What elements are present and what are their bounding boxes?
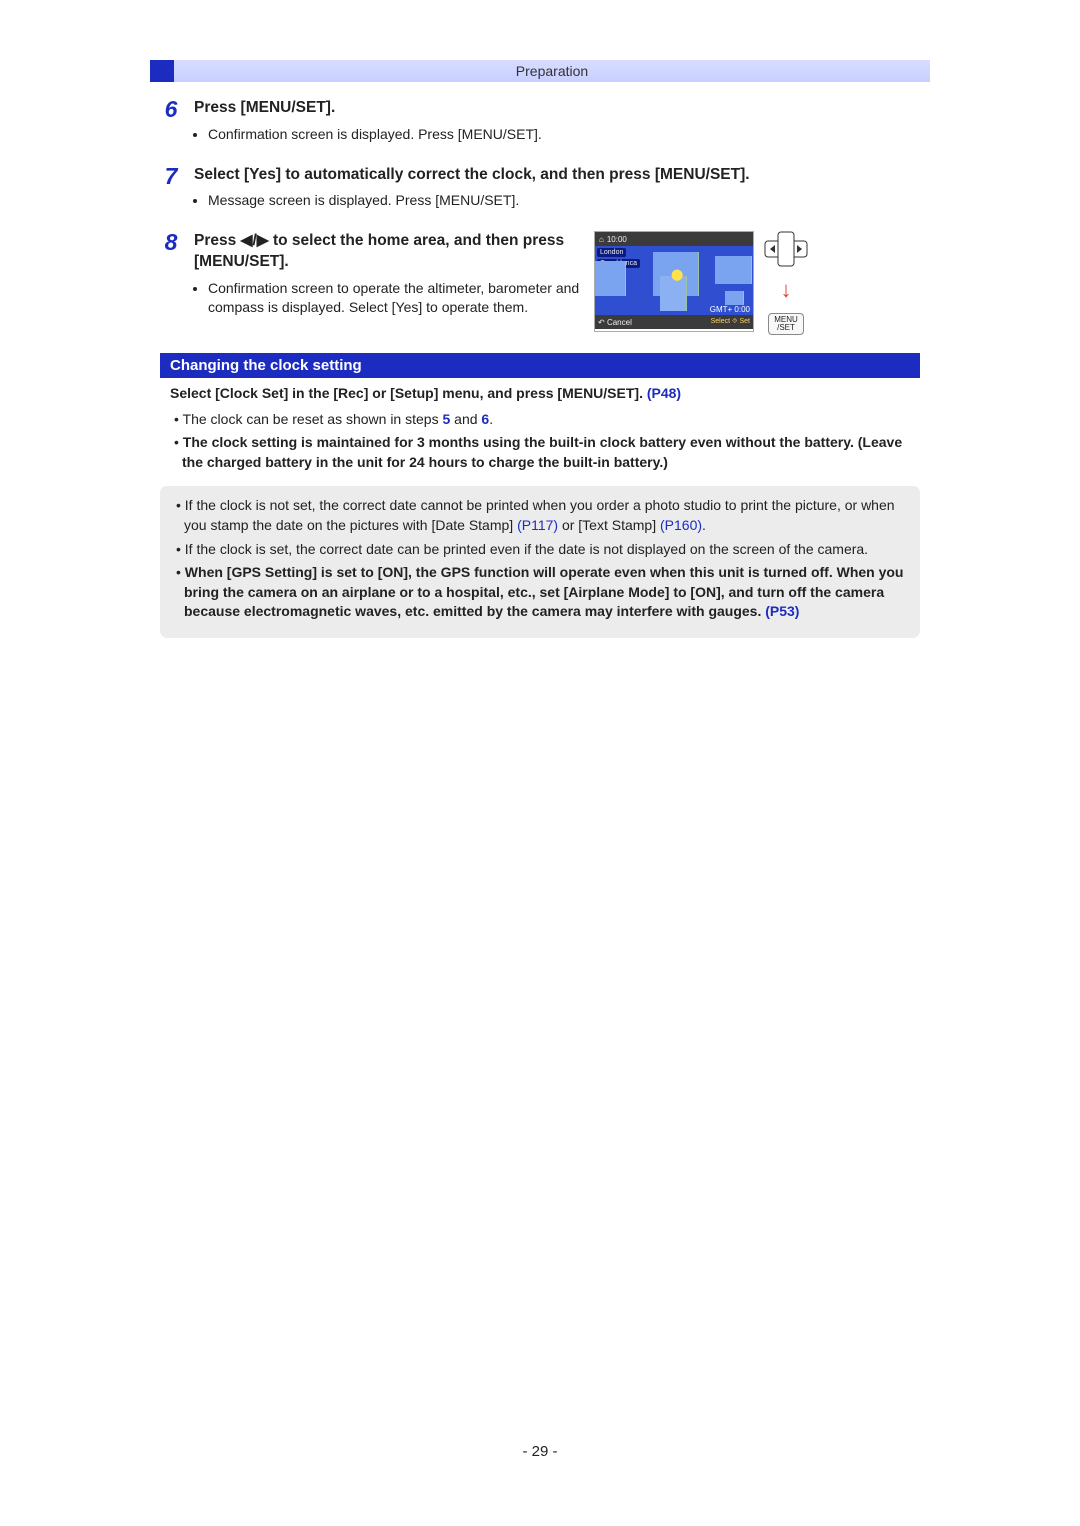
world-map-screenshot: ⌂ 10:00 London Casablanca ⬤ G: [594, 231, 754, 332]
link-p117[interactable]: (P117): [517, 517, 558, 533]
menu-set-button-icon: MENU /SET: [768, 313, 804, 335]
section-header: Preparation: [174, 60, 930, 82]
map-gmt: GMT+ 0:00: [710, 305, 750, 314]
map-cancel: Cancel: [598, 318, 632, 327]
arrow-down-icon: ↓: [781, 277, 792, 303]
clock-setting-heading: Changing the clock setting: [160, 353, 920, 378]
map-time: 10:00: [607, 235, 627, 244]
clock-bullet-2: The clock setting is maintained for 3 mo…: [172, 433, 914, 472]
step-number: 6: [160, 98, 182, 147]
page-number: - 29 -: [150, 1443, 930, 1460]
map-pin-icon: ⬤: [671, 268, 683, 281]
step-bullet: Message screen is displayed. Press [MENU…: [208, 191, 628, 211]
step-title: Press [MENU/SET].: [194, 98, 920, 119]
clock-bullet-1: The clock can be reset as shown in steps…: [172, 410, 914, 430]
info-box: If the clock is not set, the correct dat…: [160, 486, 920, 638]
step-6: 6 Press [MENU/SET]. Confirmation screen …: [160, 98, 920, 147]
step-8: 8 Press ◀/▶ to select the home area, and…: [160, 231, 920, 335]
step-title: Select [Yes] to automatically correct th…: [194, 165, 920, 186]
link-p53[interactable]: (P53): [765, 603, 799, 619]
dpad-icon: [764, 231, 808, 267]
step-title: Press ◀/▶ to select the home area, and t…: [194, 231, 584, 273]
step-number: 8: [160, 231, 182, 335]
step-7: 7 Select [Yes] to automatically correct …: [160, 165, 920, 214]
link-p48[interactable]: (P48): [647, 385, 681, 401]
map-select: Select ⯑ Set: [711, 318, 750, 326]
step-number: 7: [160, 165, 182, 214]
info-item-1: If the clock is not set, the correct dat…: [174, 496, 906, 535]
step-bullet: Confirmation screen to operate the altim…: [208, 279, 584, 318]
home-icon: ⌂: [599, 235, 604, 244]
clock-select-line: Select [Clock Set] in the [Rec] or [Setu…: [170, 384, 914, 404]
step-bullet: Confirmation screen is displayed. Press …: [208, 125, 628, 145]
info-item-3: When [GPS Setting] is set to [ON], the G…: [174, 563, 906, 622]
map-city-1: London: [597, 248, 626, 257]
link-p160[interactable]: (P160): [660, 517, 702, 533]
info-item-2: If the clock is set, the correct date ca…: [174, 540, 906, 560]
